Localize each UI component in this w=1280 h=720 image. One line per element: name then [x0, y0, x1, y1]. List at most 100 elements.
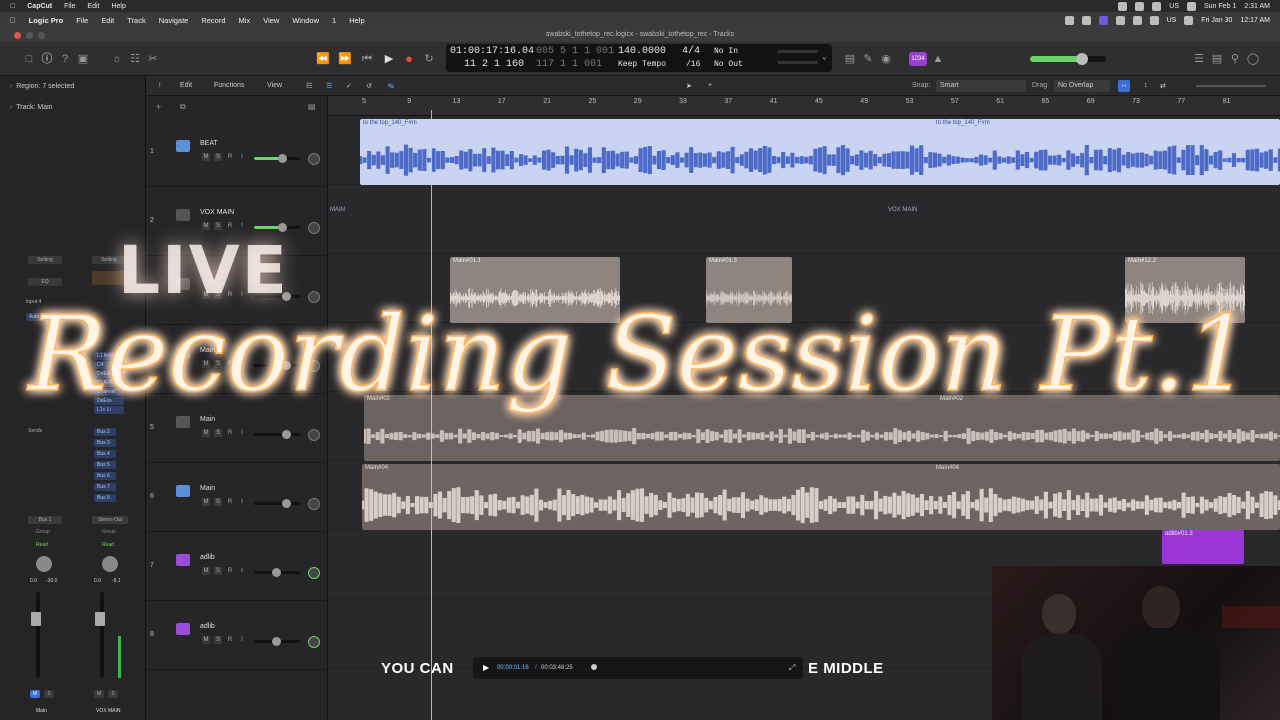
menu-mix[interactable]: Mix [239, 16, 251, 25]
list-editor-icon[interactable]: ▤ [843, 52, 857, 66]
track-pan-knob[interactable] [308, 222, 320, 234]
input-selector[interactable]: Input 4 [26, 299, 41, 305]
solo-button[interactable]: S [214, 222, 222, 230]
record-enable-button[interactable]: R [226, 636, 234, 644]
volume-fader-handle[interactable] [95, 612, 105, 626]
date-label[interactable]: Sun Feb 1 [1204, 3, 1236, 10]
track-header[interactable]: 4 Main M S R I [146, 325, 328, 394]
automation-read[interactable]: Read [102, 542, 114, 548]
input-monitor-button[interactable]: I [238, 636, 246, 644]
audio-region[interactable]: Main#02 [364, 395, 1280, 461]
output-bus-button[interactable]: Bus 1 [28, 516, 62, 524]
drag-dropdown[interactable]: No Overlap [1054, 80, 1110, 92]
go-to-start-icon[interactable]: ⏮ [360, 52, 374, 66]
capcut-app-menu[interactable]: CapCut [27, 3, 52, 10]
playhead[interactable] [431, 110, 432, 720]
record-enable-button[interactable]: R [226, 222, 234, 230]
snap-dropdown[interactable]: Smart [936, 80, 1026, 92]
keyboard-layout-badge[interactable]: US [1169, 3, 1179, 10]
horizontal-zoom-icon[interactable]: ⇄ [1160, 82, 1166, 90]
mute-button[interactable]: M [202, 153, 210, 161]
solo-button[interactable]: S [44, 690, 54, 698]
track-name[interactable]: BEAT [200, 140, 218, 147]
list-view-icon[interactable]: ☰ [326, 82, 332, 90]
pointer-tool-icon[interactable]: ➤ [686, 82, 692, 90]
solo-button[interactable]: S [108, 690, 118, 698]
input-monitor-button[interactable]: I [238, 360, 246, 368]
catch-icon[interactable]: ↹ [388, 82, 394, 90]
audio-region[interactable]: to the top_140_F#m [360, 119, 1280, 185]
logic-app-menu[interactable]: Logic Pro [29, 16, 64, 25]
track-name[interactable]: Main [200, 347, 215, 354]
track-pan-knob[interactable] [308, 153, 320, 165]
track-name[interactable]: Main [200, 485, 215, 492]
track-name[interactable]: adlib [200, 554, 215, 561]
input-monitor-button[interactable]: I [238, 567, 246, 575]
track-volume-slider[interactable] [254, 361, 300, 370]
search-icon[interactable] [1187, 1, 1196, 11]
mixer-icon[interactable]: ☷ [128, 52, 142, 66]
input-monitor-button[interactable]: I [238, 429, 246, 437]
solo-button[interactable]: S [214, 153, 222, 161]
mute-button[interactable]: M [202, 567, 210, 575]
plugin-slot[interactable]: Channel [94, 388, 124, 396]
solo-button[interactable]: S [214, 498, 222, 506]
track-header[interactable]: 1 BEAT M S R I [146, 118, 328, 187]
capcut-menu-help[interactable]: Help [111, 3, 125, 10]
plugin-slot[interactable]: DeEss [94, 397, 124, 405]
library-icon[interactable]: □ [22, 52, 36, 66]
waveform-zoom-icon[interactable]: ↔ [1118, 80, 1130, 92]
solo-button[interactable]: S [214, 360, 222, 368]
volume-handle[interactable] [272, 568, 281, 577]
capcut-menu-file[interactable]: File [64, 3, 75, 10]
date-label[interactable]: Fri Jan 30 [1201, 17, 1232, 24]
time-label[interactable]: 12:17 AM [1240, 17, 1270, 24]
browser-icon[interactable]: ⚲ [1228, 52, 1242, 66]
track-pan-knob[interactable] [308, 291, 320, 303]
menu-window[interactable]: Window [292, 16, 319, 25]
status-icon[interactable] [1064, 15, 1074, 25]
track-name[interactable]: adlib [200, 623, 215, 630]
volume-fader-handle[interactable] [31, 612, 41, 626]
inspector-icon[interactable]: ⓘ [40, 52, 54, 66]
track-pan-knob[interactable] [308, 498, 320, 510]
audio-region[interactable]: adlib#01.3 [1162, 530, 1244, 564]
screen-record-icon[interactable] [1098, 15, 1108, 25]
flex-icon[interactable]: ↺ [366, 82, 372, 90]
player-fullscreen-icon[interactable]: ⤢ [789, 663, 795, 673]
loop-browser-icon[interactable]: ◉ [879, 52, 893, 66]
cycle-icon[interactable]: ↻ [422, 52, 436, 66]
track-lane[interactable]: Main#04 Main#04 [328, 461, 1280, 530]
menu-edit[interactable]: Edit [101, 16, 114, 25]
zoom-slider[interactable] [1196, 85, 1266, 87]
notes-icon[interactable]: ▤ [1210, 52, 1224, 66]
menu-one[interactable]: 1 [332, 16, 336, 25]
status-icon[interactable] [1118, 1, 1128, 11]
track-pan-knob[interactable] [308, 360, 320, 372]
pan-knob[interactable] [36, 556, 52, 572]
output-button[interactable]: Stereo Out [92, 516, 128, 524]
record-enable-button[interactable]: R [226, 429, 234, 437]
volume-handle[interactable] [282, 361, 291, 370]
menu-file[interactable]: File [76, 16, 88, 25]
minimize-window-icon[interactable] [26, 32, 33, 39]
mute-button[interactable]: M [202, 636, 210, 644]
master-volume-slider[interactable] [1030, 53, 1106, 65]
record-icon[interactable]: ● [402, 52, 416, 66]
send-slot[interactable]: Bus 3 [94, 439, 116, 447]
functions-menu[interactable]: Functions [214, 82, 244, 89]
plugin-slot[interactable]: L1 limiter [94, 352, 124, 360]
autotune-plugin[interactable]: Auto-Tune [26, 313, 66, 321]
tuner-icon[interactable]: ▲ [931, 52, 945, 66]
menu-record[interactable]: Record [201, 16, 225, 25]
lcd-division[interactable]: /16 [686, 60, 700, 69]
record-enable-button[interactable]: R [226, 498, 234, 506]
play-icon[interactable]: ▶ [382, 52, 396, 66]
track-header[interactable]: 8 adlib M S R I [146, 601, 328, 670]
player-scrubber[interactable] [591, 664, 597, 670]
track-lane[interactable]: to the top_140_F#m to the top_140_F#m [328, 116, 1280, 185]
record-enable-button[interactable]: R [226, 567, 234, 575]
apple-loops-icon[interactable]: ◯ [1246, 52, 1260, 66]
key-commands-badge[interactable]: 1234 [909, 52, 927, 66]
status-icon[interactable] [1081, 15, 1091, 25]
